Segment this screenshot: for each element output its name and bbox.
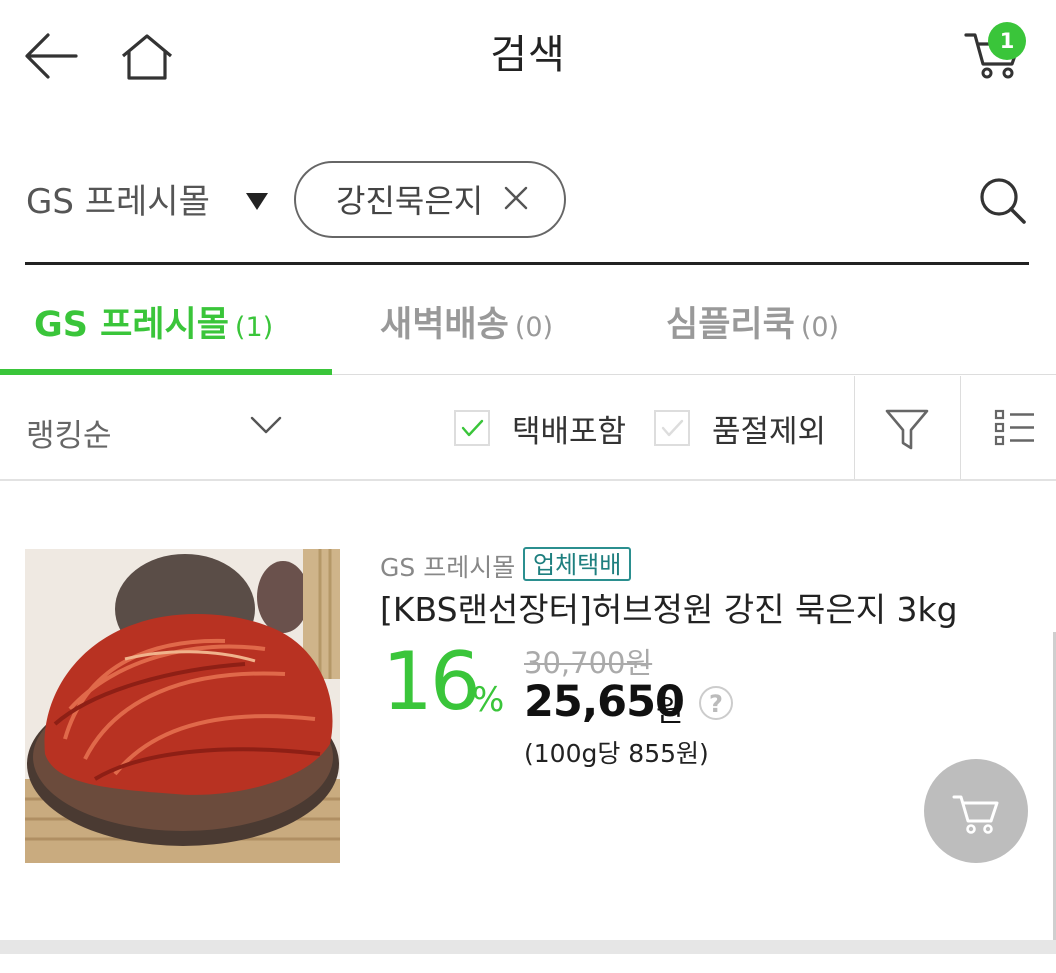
unit-price: (100g당 855원) bbox=[524, 739, 709, 768]
delivery-included-checkbox[interactable] bbox=[454, 410, 490, 446]
delivery-badge: 업체택배 bbox=[523, 547, 632, 581]
tab-label: 심플리쿡 bbox=[666, 305, 795, 345]
add-to-cart-button[interactable] bbox=[924, 759, 1028, 863]
page-title: 검색 bbox=[490, 32, 566, 78]
filter-icon[interactable] bbox=[884, 406, 930, 452]
sort-select[interactable]: 랭킹순 bbox=[26, 410, 112, 455]
tab-count: (1) bbox=[234, 312, 274, 343]
product-image[interactable] bbox=[25, 549, 340, 863]
product-name[interactable]: [KBS랜선장터]허브정원 강진 묵은지 3kg bbox=[380, 583, 958, 631]
cart-icon bbox=[952, 795, 999, 834]
caret-down-icon[interactable] bbox=[246, 193, 268, 210]
tab-gs-freshmall[interactable]: GS 프레시몰 (1) bbox=[34, 296, 273, 347]
exclude-soldout-checkbox[interactable] bbox=[654, 410, 690, 446]
section-divider bbox=[0, 940, 1056, 954]
divider bbox=[960, 376, 961, 480]
search-underline bbox=[25, 262, 1029, 265]
check-icon bbox=[461, 419, 484, 437]
tab-count: (0) bbox=[800, 312, 840, 343]
product-mall: GS 프레시몰 bbox=[380, 553, 516, 582]
filter-divider bbox=[0, 479, 1056, 481]
cart-count-badge: 1 bbox=[988, 22, 1026, 60]
price-unit: 원 bbox=[656, 694, 684, 729]
exclude-soldout-label[interactable]: 품절제외 bbox=[712, 406, 826, 451]
active-tab-indicator bbox=[0, 369, 332, 375]
delivery-included-label[interactable]: 택배포함 bbox=[512, 406, 626, 451]
original-price: 30,700원 bbox=[524, 646, 653, 680]
mall-select[interactable]: GS 프레시몰 bbox=[26, 174, 210, 223]
tab-dawn-delivery[interactable]: 새벽배송 (0) bbox=[380, 296, 553, 347]
help-icon[interactable]: ? bbox=[699, 686, 733, 720]
check-icon bbox=[661, 419, 684, 437]
search-icon[interactable] bbox=[978, 176, 1028, 226]
tab-simplycook[interactable]: 심플리쿡 (0) bbox=[666, 296, 839, 347]
tab-count: (0) bbox=[514, 312, 554, 343]
tab-label: 새벽배송 bbox=[380, 305, 509, 345]
discount-unit: % bbox=[472, 680, 505, 720]
divider bbox=[854, 376, 855, 480]
list-view-icon[interactable] bbox=[994, 409, 1036, 447]
close-icon[interactable] bbox=[502, 184, 530, 212]
tab-label: GS 프레시몰 bbox=[34, 305, 229, 345]
chevron-down-icon[interactable] bbox=[250, 414, 282, 436]
discount-rate: 16 bbox=[382, 635, 481, 728]
search-chip-label: 강진묵은지 bbox=[336, 182, 484, 220]
